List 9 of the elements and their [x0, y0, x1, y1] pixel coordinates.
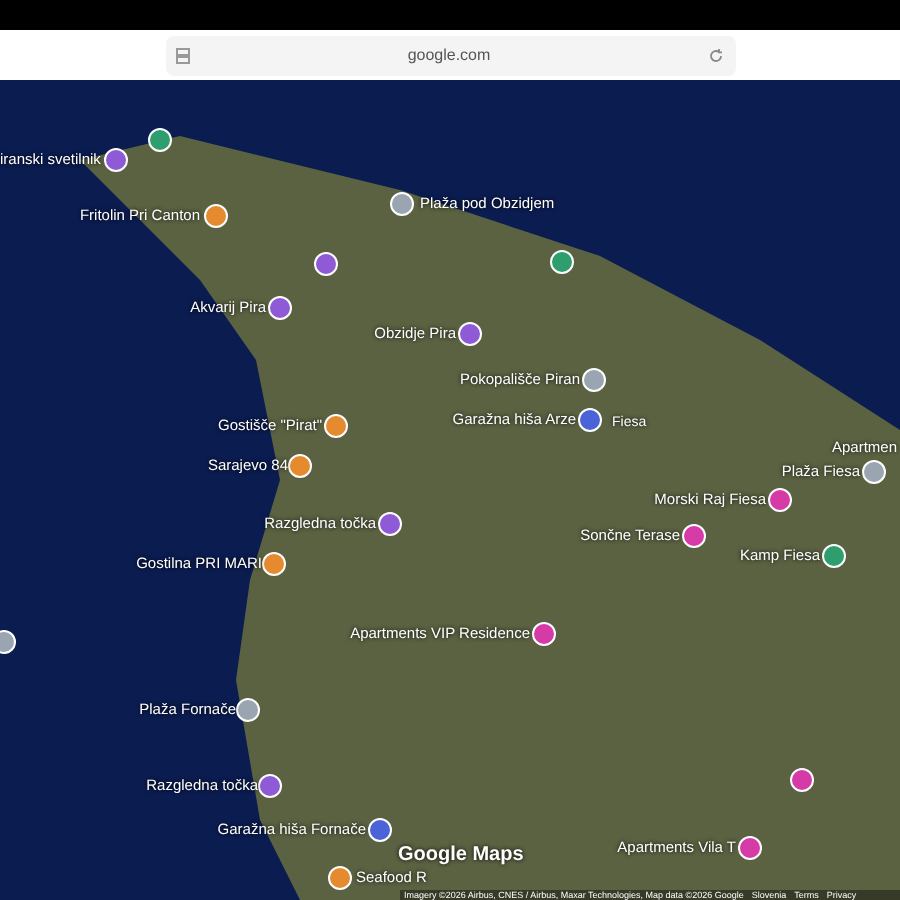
reload-icon[interactable] — [708, 47, 725, 63]
url-text: google.com — [407, 43, 491, 67]
map-pin[interactable] — [148, 128, 172, 152]
map-pin[interactable] — [236, 698, 260, 722]
map-pin[interactable] — [104, 148, 128, 172]
map-logo: Google Maps — [398, 844, 524, 868]
url-field[interactable]: google.com — [165, 35, 735, 75]
satellite-map[interactable] — [0, 80, 900, 900]
tabs-icon[interactable] — [175, 47, 189, 63]
